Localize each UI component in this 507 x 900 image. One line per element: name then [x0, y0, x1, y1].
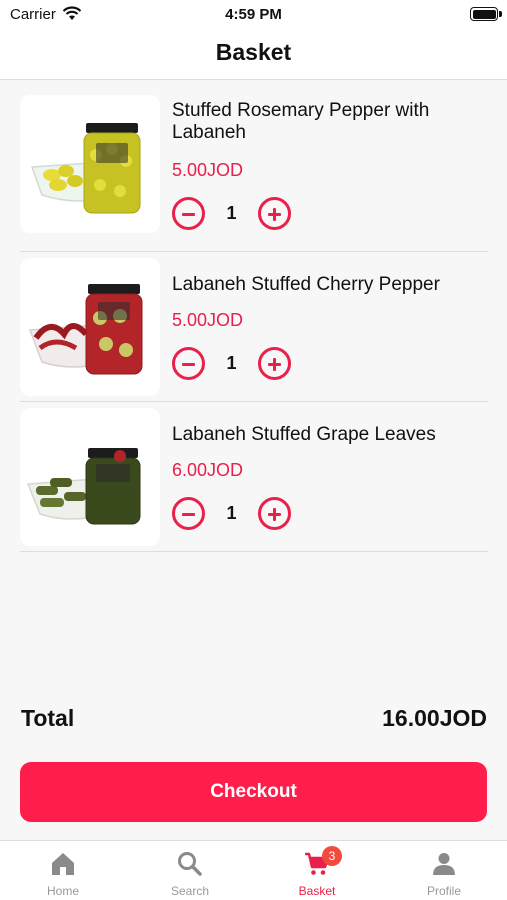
quantity-value: 1 [226, 503, 237, 523]
product-image[interactable] [20, 258, 160, 396]
increase-quantity-button[interactable] [258, 497, 291, 530]
minus-icon [182, 362, 195, 366]
checkout-button[interactable]: Checkout [20, 762, 487, 822]
product-image[interactable] [20, 408, 160, 546]
cherry-pepper-jar-image [28, 284, 143, 375]
product-price: 5.00JOD [172, 310, 244, 330]
quantity-stepper: 1 [172, 497, 292, 531]
product-name: Labaneh Stuffed Cherry Pepper [172, 274, 440, 295]
tab-label: Basket [298, 884, 336, 898]
status-bar: Carrier 4:59 PM [0, 0, 507, 28]
tab-profile[interactable]: Profile [381, 841, 507, 900]
decrease-quantity-button[interactable] [172, 347, 205, 380]
product-price: 6.00JOD [172, 460, 244, 480]
basket-item: Stuffed Rosemary Pepper with Labaneh 5.0… [20, 80, 488, 252]
decrease-quantity-button[interactable] [172, 497, 205, 530]
basket-item: Labaneh Stuffed Grape Leaves 6.00JOD 1 [20, 402, 488, 552]
increase-quantity-button[interactable] [258, 197, 291, 230]
total-value: 16.00JOD [382, 705, 487, 731]
tab-search[interactable]: Search [127, 841, 253, 900]
status-time: 4:59 PM [225, 6, 282, 23]
grape-leaves-jar-image [26, 448, 141, 525]
page-title: Basket [215, 39, 292, 65]
tab-basket[interactable]: 3 Basket [254, 841, 380, 900]
tab-bar: Home Search 3 Basket Profile [0, 840, 507, 900]
product-image[interactable] [20, 95, 160, 233]
quantity-stepper: 1 [172, 197, 292, 231]
tab-label: Search [170, 884, 210, 898]
minus-icon [182, 212, 195, 216]
decrease-quantity-button[interactable] [172, 197, 205, 230]
battery-icon [470, 7, 498, 21]
person-icon [433, 853, 455, 875]
quantity-value: 1 [226, 353, 237, 373]
increase-quantity-button[interactable] [258, 347, 291, 380]
search-icon [178, 852, 202, 876]
nav-bar: Basket [0, 28, 507, 80]
cart-count-badge: 3 [322, 846, 342, 866]
tab-label: Home [46, 884, 79, 898]
home-icon [52, 853, 74, 875]
tab-label: Profile [426, 884, 461, 898]
product-name: Stuffed Rosemary Pepper with Labaneh [172, 100, 430, 143]
pepper-jar-image [30, 123, 141, 214]
minus-icon [182, 512, 195, 516]
product-price: 5.00JOD [172, 160, 244, 180]
quantity-value: 1 [226, 203, 237, 223]
total-label: Total [21, 705, 75, 731]
product-name: Labaneh Stuffed Grape Leaves [172, 424, 436, 445]
basket-item: Labaneh Stuffed Cherry Pepper 5.00JOD 1 [20, 252, 488, 402]
quantity-stepper: 1 [172, 347, 292, 381]
tab-home[interactable]: Home [0, 841, 126, 900]
